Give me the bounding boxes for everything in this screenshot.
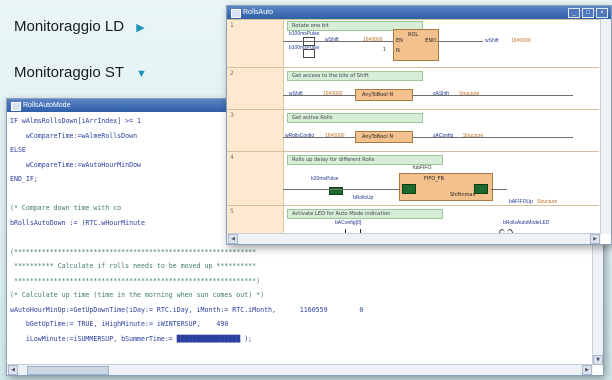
fb-pin-active [402, 184, 416, 194]
ld-variable[interactable]: wShift [485, 38, 499, 44]
rung-number: 1 [230, 22, 234, 29]
fb-pin: EN [396, 38, 403, 44]
ld-value: Structure [463, 133, 484, 139]
fb-type: AnyToBool N [362, 92, 394, 98]
fb-pin: Shiftnmax [450, 192, 476, 198]
ld-variable[interactable]: wRollsConfig [285, 133, 314, 139]
ld-function-block[interactable]: AnyToBool N [355, 89, 413, 101]
scrollbar-thumb[interactable] [27, 366, 109, 375]
rung-title: Get active Rolls [287, 113, 423, 123]
rung-number: 3 [230, 112, 234, 119]
fb-type: AnyToBool N [362, 134, 394, 140]
ld-variable[interactable]: wShift [325, 37, 339, 43]
ld-function-block[interactable]: FIFO_FB Shiftnmax [399, 173, 493, 201]
horizontal-scrollbar[interactable]: ◀ ▶ [227, 233, 601, 244]
fb-pin: ENO [425, 38, 436, 44]
maximize-button[interactable]: □ [582, 8, 594, 18]
code-line[interactable]: (***************************************… [7, 247, 603, 257]
rung-number: 4 [230, 154, 234, 161]
menu-item-st-monitor[interactable]: Monitoraggio ST ▼ [14, 64, 147, 81]
horizontal-scrollbar[interactable]: ◀ ▶ [7, 364, 593, 375]
window-app-icon [11, 102, 21, 111]
scroll-left-button[interactable]: ◀ [228, 234, 238, 244]
ld-value: 16#0000 [363, 37, 383, 43]
scroll-right-button[interactable]: ▶ [582, 365, 592, 375]
code-line[interactable]: bGetUpTime:= TRUE, iHighMinute:= iWINTER… [7, 319, 603, 329]
rung-title: Activate LED for Auto Mode indication [287, 209, 443, 219]
close-button[interactable]: × [596, 8, 608, 18]
fb-pin: N [396, 48, 400, 54]
vertical-scrollbar[interactable] [600, 19, 611, 234]
code-line[interactable]: ********** Calculate if rolls needs to b… [7, 261, 603, 271]
scroll-left-button[interactable]: ◀ [8, 365, 18, 375]
window-app-icon [231, 9, 241, 18]
minimize-button[interactable]: _ [568, 8, 580, 18]
st-window-title: RollsAutoMode [23, 102, 71, 109]
code-line[interactable] [7, 348, 603, 358]
code-line[interactable]: wAutoHourMinUp:=GetUpDownTime(iDay:= RTC… [7, 305, 603, 315]
ld-value: 16#0000 [325, 133, 345, 139]
ld-value: 16#0000 [323, 91, 343, 97]
ld-function-block[interactable]: ROL EN ENO N [393, 29, 439, 61]
fb-instance: fubFIFO [413, 165, 432, 171]
ld-monitor-window[interactable]: RollsAuto _ □ × 1 Rotate one bit b100msP… [226, 5, 612, 245]
code-line[interactable]: iLowMinute:=iSUMMERSUP, bSummerTime:= ██… [7, 334, 603, 344]
chevron-down-icon: ▼ [135, 68, 147, 80]
code-line[interactable]: (* Calculate up time (time in the mornin… [7, 290, 603, 300]
ld-variable[interactable]: wShift [289, 91, 303, 97]
code-line[interactable]: ****************************************… [7, 276, 603, 286]
fb-pin-active [474, 184, 488, 194]
rung-number: 5 [230, 208, 234, 215]
ld-variable[interactable]: bRollsAutoModeLED [503, 220, 549, 226]
menu-item-ld-monitor[interactable]: Monitoraggio LD ▶ [14, 18, 145, 35]
rung-title: Rolls up delay for different Rolls [287, 155, 443, 165]
ld-value: 16#0000 [511, 38, 531, 44]
menu-item-ld-label: Monitoraggio LD [14, 18, 125, 35]
ld-variable[interactable]: bAConfig[0] [335, 220, 361, 226]
fb-type: FIFO_FB [424, 176, 444, 182]
ld-window-titlebar[interactable]: RollsAuto _ □ × [227, 6, 611, 19]
ld-variable[interactable]: sAConfig [433, 133, 453, 139]
ld-contact[interactable] [303, 49, 315, 58]
ld-window-title: RollsAuto [243, 9, 273, 16]
ld-variable[interactable]: b20msPulse [311, 176, 339, 182]
ld-function-block[interactable]: AnyToBool N [355, 131, 413, 143]
ld-value: 1 [383, 47, 386, 53]
rung-number: 2 [230, 70, 234, 77]
rung-title: Get access to the bits of Shift [287, 71, 423, 81]
ld-variable[interactable]: bRollsUp [353, 195, 373, 201]
fb-type: ROL [408, 32, 419, 38]
chevron-right-icon: ▶ [136, 22, 145, 34]
ld-variable[interactable]: sAShift [433, 91, 449, 97]
ld-diagram[interactable]: 1 Rotate one bit b100msPulse b100msPulse… [227, 19, 599, 234]
menu-item-st-label: Monitoraggio ST [14, 64, 124, 81]
ld-value: Structure [459, 91, 480, 97]
scroll-right-button[interactable]: ▶ [590, 234, 600, 244]
scroll-down-button[interactable]: ▼ [593, 355, 603, 365]
